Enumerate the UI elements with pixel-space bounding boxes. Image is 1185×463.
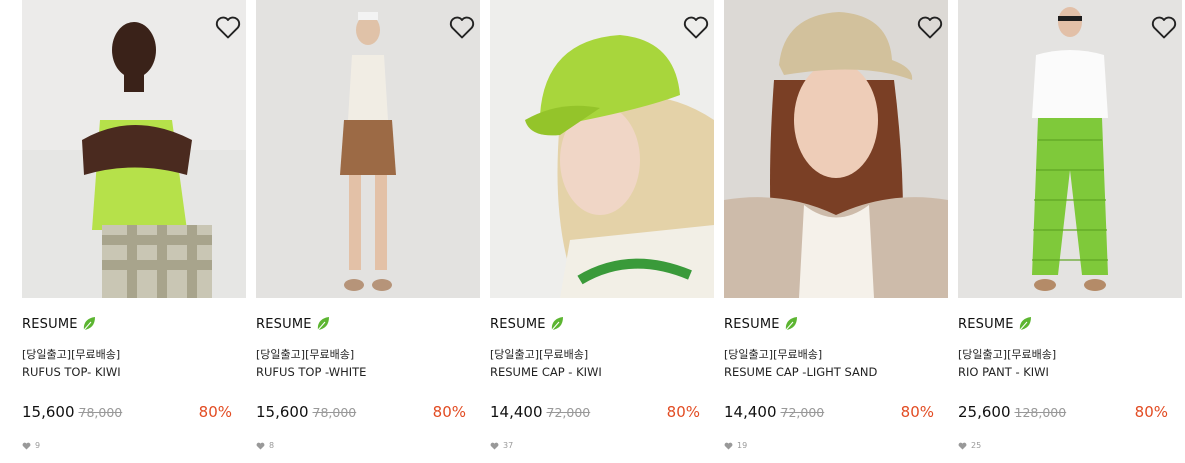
sale-price-value: 15,600 — [256, 403, 309, 421]
sale-price-value: 25,600 — [958, 403, 1011, 421]
product-name[interactable]: RESUME CAP -LIGHT SAND — [724, 365, 877, 379]
wishlist-heart-icon[interactable] — [916, 14, 944, 40]
sale-price-value: 14,400 — [724, 403, 777, 421]
price-row: 14,400 72,000 80% — [490, 401, 700, 423]
heart-filled-icon — [490, 442, 499, 450]
discount-rate: 80% — [1134, 403, 1168, 421]
sale-price-value: 15,600 — [22, 403, 75, 421]
brand-name[interactable]: RESUME — [22, 317, 78, 332]
like-count-value: 19 — [737, 441, 748, 450]
like-count: 37 — [490, 441, 513, 450]
original-price: 78,000 — [78, 405, 123, 420]
wishlist-heart-icon[interactable] — [1150, 14, 1178, 40]
original-price: 72,000 — [546, 405, 591, 420]
sale-price: 14,400 72,000 — [490, 403, 590, 421]
sale-price: 15,600 78,000 — [256, 403, 356, 421]
product-name[interactable]: RESUME CAP - KIWI — [490, 365, 602, 379]
sale-price-value: 14,400 — [490, 403, 543, 421]
product-card[interactable]: RESUME [당일출고][무료배송] RUFUS TOP -WHITE 15,… — [256, 0, 480, 463]
product-tagline: [당일출고][무료배송] — [490, 348, 589, 361]
heart-filled-icon — [256, 442, 265, 450]
discount-rate: 80% — [666, 403, 700, 421]
price-row: 25,600 128,000 80% — [958, 401, 1168, 423]
product-tagline: [당일출고][무료배송] — [958, 348, 1057, 361]
sale-price: 25,600 128,000 — [958, 403, 1066, 421]
price-row: 14,400 72,000 80% — [724, 401, 934, 423]
like-count: 8 — [256, 441, 274, 450]
product-tagline: [당일출고][무료배송] — [724, 348, 823, 361]
discount-rate: 80% — [432, 403, 466, 421]
original-price: 128,000 — [1014, 405, 1067, 420]
heart-filled-icon — [958, 442, 967, 450]
product-name[interactable]: RUFUS TOP -WHITE — [256, 365, 366, 379]
leaf-icon — [82, 316, 96, 332]
sale-price: 14,400 72,000 — [724, 403, 824, 421]
price-row: 15,600 78,000 80% — [256, 401, 466, 423]
wishlist-heart-icon[interactable] — [448, 14, 476, 40]
like-count: 9 — [22, 441, 40, 450]
leaf-icon — [784, 316, 798, 332]
like-count-value: 25 — [971, 441, 982, 450]
product-tagline: [당일출고][무료배송] — [256, 348, 355, 361]
original-price: 72,000 — [780, 405, 825, 420]
wishlist-heart-icon[interactable] — [682, 14, 710, 40]
product-grid: RESUME [당일출고][무료배송] RUFUS TOP- KIWI 15,6… — [22, 0, 1185, 463]
product-image[interactable] — [22, 0, 246, 298]
brand-row: RESUME — [22, 314, 96, 334]
product-image[interactable] — [724, 0, 948, 298]
leaf-icon — [316, 316, 330, 332]
brand-name[interactable]: RESUME — [490, 317, 546, 332]
product-name[interactable]: RUFUS TOP- KIWI — [22, 365, 121, 379]
product-image[interactable] — [256, 0, 480, 298]
product-tagline: [당일출고][무료배송] — [22, 348, 121, 361]
product-image[interactable] — [490, 0, 714, 298]
brand-row: RESUME — [256, 314, 330, 334]
heart-filled-icon — [724, 442, 733, 450]
product-card[interactable]: RESUME [당일출고][무료배송] RESUME CAP - KIWI 14… — [490, 0, 714, 463]
brand-name[interactable]: RESUME — [724, 317, 780, 332]
brand-name[interactable]: RESUME — [958, 317, 1014, 332]
leaf-icon — [1018, 316, 1032, 332]
sale-price: 15,600 78,000 — [22, 403, 122, 421]
product-card[interactable]: RESUME [당일출고][무료배송] RIO PANT - KIWI 25,6… — [958, 0, 1182, 463]
wishlist-heart-icon[interactable] — [214, 14, 242, 40]
brand-row: RESUME — [958, 314, 1032, 334]
like-count-value: 37 — [503, 441, 514, 450]
heart-filled-icon — [22, 442, 31, 450]
product-name[interactable]: RIO PANT - KIWI — [958, 365, 1049, 379]
like-count-value: 8 — [269, 441, 275, 450]
product-image[interactable] — [958, 0, 1182, 298]
brand-row: RESUME — [490, 314, 564, 334]
brand-row: RESUME — [724, 314, 798, 334]
like-count: 25 — [958, 441, 981, 450]
leaf-icon — [550, 316, 564, 332]
discount-rate: 80% — [900, 403, 934, 421]
price-row: 15,600 78,000 80% — [22, 401, 232, 423]
product-card[interactable]: RESUME [당일출고][무료배송] RESUME CAP -LIGHT SA… — [724, 0, 948, 463]
like-count-value: 9 — [35, 441, 41, 450]
original-price: 78,000 — [312, 405, 357, 420]
brand-name[interactable]: RESUME — [256, 317, 312, 332]
discount-rate: 80% — [198, 403, 232, 421]
product-card[interactable]: RESUME [당일출고][무료배송] RUFUS TOP- KIWI 15,6… — [22, 0, 246, 463]
like-count: 19 — [724, 441, 747, 450]
